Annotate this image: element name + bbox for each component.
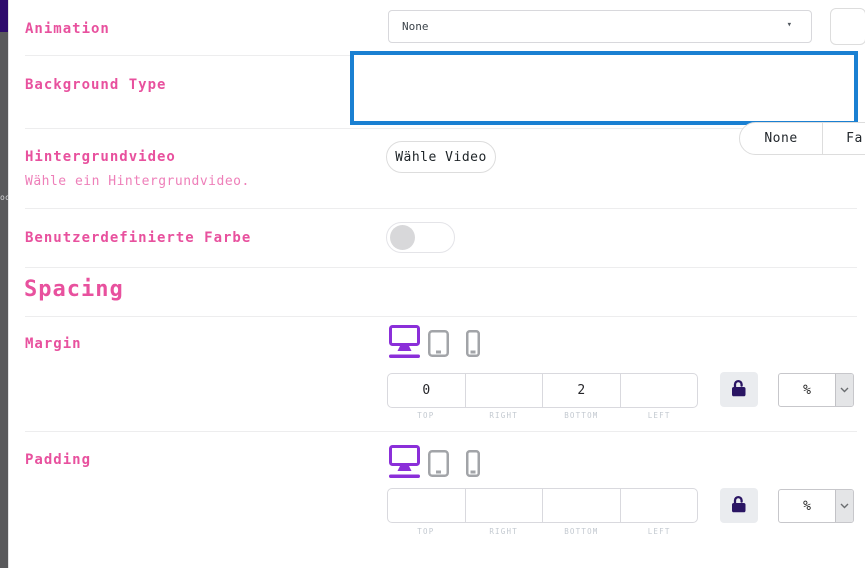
padding-right-input[interactable] [466, 489, 543, 522]
padding-left-input[interactable] [621, 489, 698, 522]
row-divider [25, 128, 857, 129]
custom-color-toggle[interactable] [386, 222, 455, 253]
custom-color-label: Benutzerdefinierte Farbe [25, 230, 251, 246]
row-divider [25, 431, 857, 432]
padding-input-group [387, 488, 698, 523]
spacing-heading: Spacing [24, 277, 124, 302]
row-divider [25, 208, 857, 209]
left-field-label: LEFT [620, 527, 698, 536]
row-divider [25, 267, 857, 268]
background-video-label: Hintergrundvideo [25, 149, 176, 165]
unlock-icon [731, 379, 747, 401]
desktop-icon[interactable] [389, 325, 420, 358]
tablet-icon[interactable] [428, 450, 449, 477]
margin-label: Margin [25, 336, 82, 352]
right-field-label: RIGHT [465, 411, 543, 420]
background-page-strip: oc [0, 0, 8, 568]
padding-bottom-input[interactable] [543, 489, 620, 522]
animation-label: Animation [25, 21, 110, 37]
background-type-button-group: None Farbe Image Video Gradient [739, 122, 865, 155]
background-text-fragment: oc [0, 193, 8, 203]
dropdown-caret-icon: ▾ [787, 20, 792, 30]
corner-button[interactable] [830, 8, 865, 45]
settings-panel: oc Animation None ▾ Background Type None… [0, 0, 865, 568]
mobile-icon[interactable] [466, 450, 480, 477]
animation-select-value: None [402, 20, 429, 33]
desktop-icon[interactable] [389, 445, 420, 478]
unlock-icon [731, 495, 747, 517]
top-field-label: TOP [387, 527, 465, 536]
bottom-field-label: BOTTOM [543, 411, 621, 420]
padding-unit-select[interactable]: % [778, 489, 854, 523]
margin-input-group [387, 373, 698, 408]
margin-field-labels: TOP RIGHT BOTTOM LEFT [387, 411, 698, 420]
panel-edge-divider [8, 0, 9, 568]
left-field-label: LEFT [620, 411, 698, 420]
margin-bottom-input[interactable] [543, 374, 620, 407]
padding-top-input[interactable] [388, 489, 465, 522]
row-divider [25, 316, 857, 317]
tablet-icon[interactable] [428, 330, 449, 357]
background-type-label: Background Type [25, 77, 166, 93]
margin-top-input[interactable] [388, 374, 465, 407]
padding-link-values-button[interactable] [720, 488, 758, 523]
animation-select[interactable]: None ▾ [388, 10, 812, 43]
margin-unit-select[interactable]: % [778, 373, 854, 407]
choose-video-button[interactable]: Wähle Video [386, 141, 496, 173]
toggle-knob [390, 225, 415, 250]
padding-label: Padding [25, 452, 91, 468]
bg-type-option-none[interactable]: None [740, 123, 822, 154]
margin-left-input[interactable] [621, 374, 698, 407]
focus-highlight-ring: None Farbe Image Video Gradient [350, 51, 858, 125]
margin-right-input[interactable] [466, 374, 543, 407]
right-field-label: RIGHT [465, 527, 543, 536]
background-header-strip [0, 0, 8, 32]
mobile-icon[interactable] [466, 330, 480, 357]
margin-unit-value: % [779, 374, 835, 406]
margin-link-values-button[interactable] [720, 372, 758, 407]
background-video-description: Wähle ein Hintergrundvideo. [25, 174, 250, 189]
padding-unit-value: % [779, 490, 835, 522]
bottom-field-label: BOTTOM [543, 527, 621, 536]
top-field-label: TOP [387, 411, 465, 420]
padding-field-labels: TOP RIGHT BOTTOM LEFT [387, 527, 698, 536]
chevron-down-icon [835, 490, 853, 522]
chevron-down-icon [835, 374, 853, 406]
bg-type-option-farbe[interactable]: Farbe [822, 123, 865, 154]
